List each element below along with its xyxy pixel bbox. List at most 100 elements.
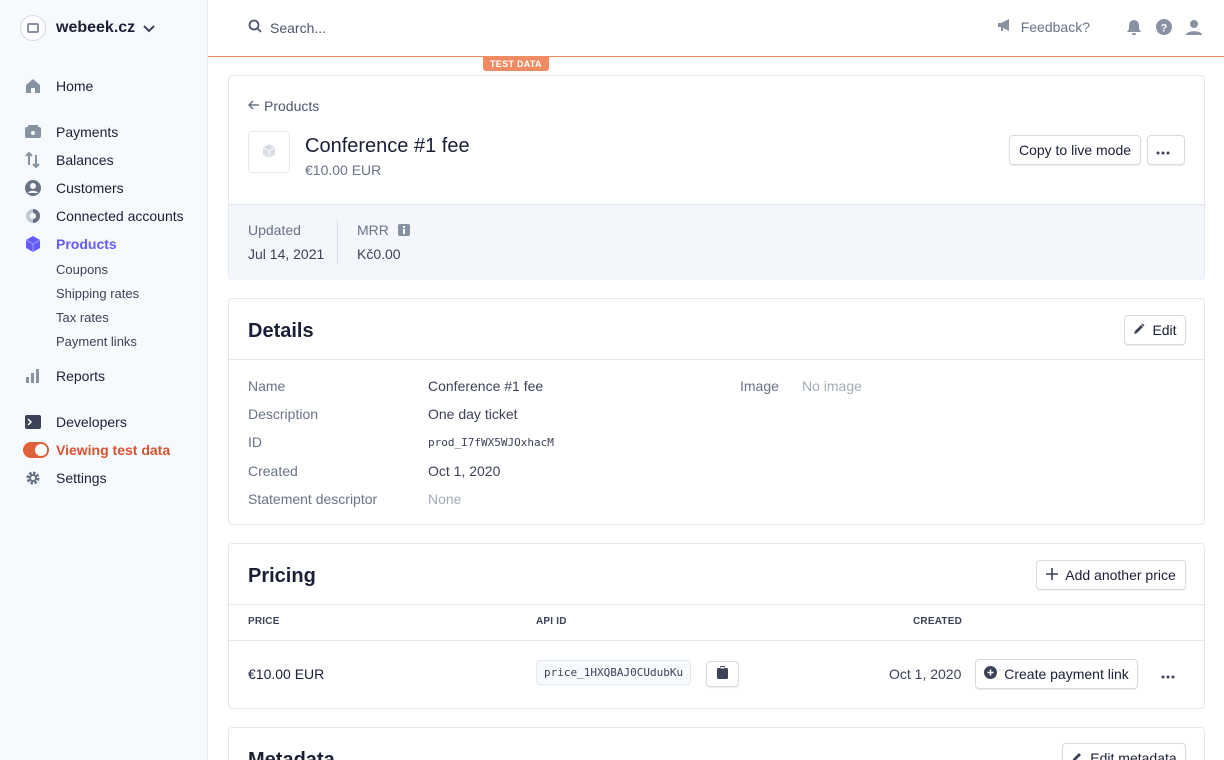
image-label: Image bbox=[740, 378, 779, 394]
id-label: ID bbox=[248, 434, 262, 450]
more-dots-icon bbox=[1161, 666, 1175, 682]
sidebar-item-test-data-toggle[interactable]: Viewing test data bbox=[23, 440, 171, 460]
user-icon[interactable] bbox=[1186, 19, 1202, 35]
cube-icon bbox=[261, 143, 277, 162]
customers-icon bbox=[24, 179, 42, 197]
row-created: Oct 1, 2020 bbox=[889, 666, 962, 682]
api-id-column-header: API ID bbox=[536, 616, 567, 627]
product-image-placeholder bbox=[248, 131, 290, 173]
account-switcher[interactable]: webeek.cz bbox=[20, 15, 155, 41]
connected-accounts-icon bbox=[24, 207, 42, 225]
test-mode-toggle[interactable] bbox=[23, 442, 49, 458]
search-placeholder: Search... bbox=[270, 19, 327, 36]
search-input[interactable]: Search... bbox=[248, 19, 326, 36]
sidebar-subitem-coupons[interactable]: Coupons bbox=[56, 262, 108, 280]
sidebar-item-label: Settings bbox=[56, 470, 107, 486]
sidebar-subitem-payment-links[interactable]: Payment links bbox=[56, 334, 137, 352]
sidebar-subitem-tax-rates[interactable]: Tax rates bbox=[56, 310, 109, 328]
metadata-title: Metadata bbox=[248, 749, 335, 760]
plus-circle-icon bbox=[984, 666, 1004, 682]
edit-label: Edit bbox=[1152, 322, 1177, 338]
test-data-badge: TEST DATA bbox=[483, 57, 549, 71]
pricing-title: Pricing bbox=[248, 565, 316, 587]
details-divider bbox=[229, 359, 1204, 360]
add-another-price-button[interactable]: Add another price bbox=[1036, 560, 1186, 590]
svg-text:?: ? bbox=[1161, 22, 1168, 34]
statement-descriptor-label: Statement descriptor bbox=[248, 491, 378, 507]
pricing-divider-top bbox=[229, 604, 1204, 605]
clipboard-icon bbox=[717, 666, 728, 682]
created-label: Created bbox=[248, 463, 298, 479]
gear-icon bbox=[24, 469, 42, 487]
back-label: Products bbox=[264, 98, 320, 114]
sidebar-item-label: Developers bbox=[56, 414, 127, 430]
plus-icon bbox=[1046, 567, 1065, 583]
description-label: Description bbox=[248, 406, 319, 422]
sidebar-item-settings[interactable]: Settings bbox=[24, 468, 107, 488]
summary-divider bbox=[337, 221, 338, 265]
row-more-actions-button[interactable] bbox=[1157, 667, 1179, 681]
updated-value: Jul 14, 2021 bbox=[248, 246, 325, 262]
product-header-card: Products Conference #1 fee €10.00 EUR Co… bbox=[228, 75, 1205, 280]
sidebar-item-reports[interactable]: Reports bbox=[24, 366, 105, 386]
add-price-label: Add another price bbox=[1065, 567, 1176, 583]
copy-api-id-button[interactable] bbox=[706, 661, 739, 687]
arrow-left-icon bbox=[247, 98, 264, 114]
created-column-header: CREATED bbox=[913, 616, 962, 627]
name-value: Conference #1 fee bbox=[428, 378, 544, 394]
sidebar-item-label: Products bbox=[56, 236, 117, 252]
pencil-icon bbox=[1133, 322, 1152, 338]
statement-descriptor-value: None bbox=[428, 491, 462, 507]
products-cube-icon bbox=[24, 235, 42, 253]
topbar: Search... Feedback? ? bbox=[208, 0, 1224, 57]
product-price-subtitle: €10.00 EUR bbox=[305, 162, 382, 178]
account-logo-icon bbox=[20, 15, 46, 41]
sidebar-item-connected-accounts[interactable]: Connected accounts bbox=[24, 206, 184, 226]
sidebar-item-label: Connected accounts bbox=[56, 208, 184, 224]
sidebar-item-products[interactable]: Products bbox=[24, 234, 117, 254]
pencil-icon bbox=[1071, 750, 1090, 760]
row-price: €10.00 EUR bbox=[248, 666, 325, 682]
sidebar-subitem-shipping-rates[interactable]: Shipping rates bbox=[56, 286, 139, 304]
sidebar-item-payments[interactable]: Payments bbox=[24, 122, 118, 142]
sidebar-item-developers[interactable]: Developers bbox=[24, 412, 127, 432]
create-link-label: Create payment link bbox=[1004, 666, 1129, 682]
sidebar-item-label: Customers bbox=[56, 180, 124, 196]
sidebar: webeek.cz Home Payments Balances Custome… bbox=[0, 0, 208, 760]
metadata-card: Metadata Edit metadata bbox=[228, 727, 1205, 760]
back-to-products-link[interactable]: Products bbox=[247, 98, 320, 114]
sidebar-item-label: Reports bbox=[56, 368, 106, 384]
search-icon bbox=[248, 19, 270, 36]
name-label: Name bbox=[248, 378, 286, 394]
help-icon[interactable]: ? bbox=[1156, 18, 1172, 35]
edit-details-button[interactable]: Edit bbox=[1124, 315, 1186, 345]
copy-to-live-mode-button[interactable]: Copy to live mode bbox=[1009, 135, 1141, 165]
sidebar-item-customers[interactable]: Customers bbox=[24, 178, 124, 198]
notifications-bell-icon[interactable] bbox=[1126, 19, 1142, 35]
home-icon bbox=[24, 77, 42, 95]
details-card: Details Edit Name Conference #1 fee Desc… bbox=[228, 298, 1205, 525]
details-title: Details bbox=[248, 320, 314, 342]
account-name: webeek.cz bbox=[56, 19, 136, 36]
description-value: One day ticket bbox=[428, 406, 518, 422]
price-column-header: PRICE bbox=[248, 616, 280, 627]
create-payment-link-button[interactable]: Create payment link bbox=[975, 659, 1138, 689]
sidebar-item-label: Viewing test data bbox=[56, 442, 171, 458]
info-icon[interactable] bbox=[397, 224, 410, 236]
pricing-divider-header bbox=[229, 640, 1204, 641]
edit-metadata-button[interactable]: Edit metadata bbox=[1062, 743, 1186, 760]
image-value: No image bbox=[802, 378, 862, 394]
terminal-icon bbox=[24, 413, 42, 431]
sidebar-item-home[interactable]: Home bbox=[24, 76, 93, 96]
sidebar-item-label: Balances bbox=[56, 152, 114, 168]
mrr-value: Kč0.00 bbox=[357, 246, 401, 262]
sidebar-item-label: Home bbox=[56, 78, 94, 94]
edit-metadata-label: Edit metadata bbox=[1090, 750, 1177, 760]
mrr-label-row: MRR bbox=[357, 222, 410, 238]
more-actions-button[interactable] bbox=[1147, 135, 1185, 165]
sidebar-item-balances[interactable]: Balances bbox=[24, 150, 114, 170]
row-api-id[interactable]: price_1HXQBAJ0CUdubKu bbox=[536, 660, 692, 685]
id-value: prod_I7fWX5WJOxhacM bbox=[428, 436, 554, 449]
feedback-button[interactable]: Feedback? bbox=[997, 18, 1090, 35]
megaphone-icon bbox=[997, 18, 1021, 35]
